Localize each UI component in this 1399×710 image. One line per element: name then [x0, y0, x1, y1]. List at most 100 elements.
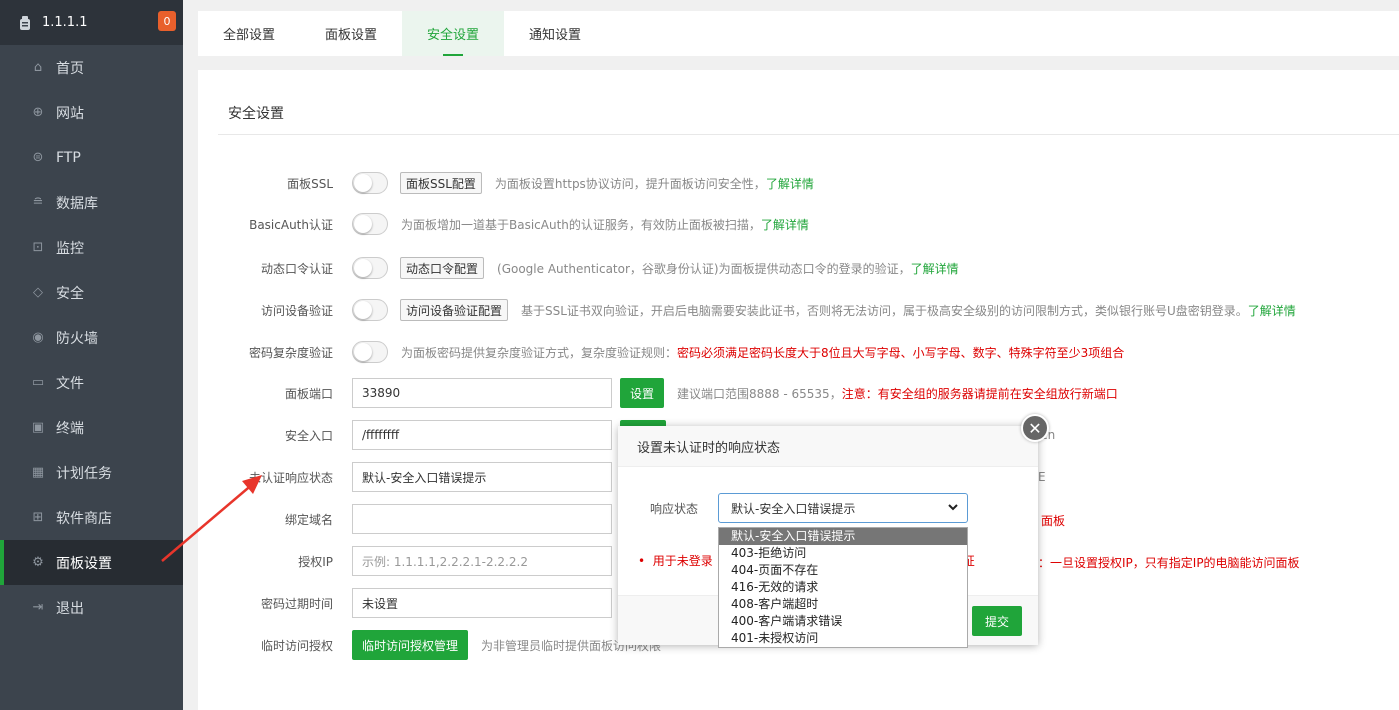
sidebar-item-label: 数据库: [56, 195, 98, 212]
password-rule-warning: 密码必须满足密码长度大于8位且大写字母、小写字母、数字、特殊字符至少3项组合: [677, 345, 1125, 360]
bind-domain-input[interactable]: [352, 504, 612, 534]
authorized-ip-input[interactable]: 示例: 1.1.1.1,2.2.2.1-2.2.2.2: [352, 546, 612, 576]
temp-auth-manage-button[interactable]: 临时访问授权管理: [352, 630, 469, 660]
chevron-down-icon: [947, 501, 959, 516]
sidebar-item-5[interactable]: ◇ 安全: [0, 270, 183, 315]
divider: [218, 134, 1399, 135]
label-device-verify: 访问设备验证: [260, 303, 333, 318]
sidebar-item-label: 计划任务: [56, 465, 112, 482]
sidebar-item-4[interactable]: ⊡ 监控: [0, 225, 183, 270]
notification-badge[interactable]: 0: [158, 11, 176, 31]
shield-icon: ◇: [33, 285, 43, 300]
apps-icon: ⊞: [32, 510, 44, 525]
learn-more-link[interactable]: 了解详情: [1248, 304, 1296, 318]
desc-device-verify: 基于SSL证书双向验证，开启后电脑需要安装此证书，否则将无法访问，属于极高安全级…: [521, 303, 1248, 318]
desc-otp: (Google Authenticator，谷歌身份认证)为面板提供动态口令的登…: [497, 261, 911, 276]
sidebar-header: 1.1.1.1 0: [0, 0, 183, 45]
label-panel-port: 面板端口: [284, 386, 333, 401]
sidebar-item-label: 面板设置: [56, 555, 112, 572]
panel-ssl-config-button[interactable]: 面板SSL配置: [400, 172, 482, 194]
toggle-otp[interactable]: [352, 257, 388, 279]
sidebar-item-6[interactable]: ◉ 防火墙: [0, 315, 183, 360]
row-basicauth: BasicAuth认证 为面板增加一道基于BasicAuth的认证服务，有效防止…: [198, 209, 1399, 239]
label-password-complexity: 密码复杂度验证: [248, 345, 333, 360]
dropdown-option[interactable]: 400-客户端请求错误: [719, 613, 967, 630]
tab-3[interactable]: 通知设置: [504, 11, 606, 56]
set-port-button[interactable]: 设置: [620, 378, 665, 408]
label-temp-auth: 临时访问授权: [260, 638, 333, 653]
security-entry-input[interactable]: /ffffffff: [352, 420, 612, 450]
label-security-entry: 安全入口: [284, 428, 333, 443]
close-icon[interactable]: ✕: [1021, 414, 1049, 442]
tab-2[interactable]: 安全设置: [402, 11, 505, 56]
monitor-icon: ⊡: [32, 240, 44, 255]
ftp-icon: ⊜: [32, 150, 44, 165]
dropdown-option[interactable]: 默认-安全入口错误提示: [719, 528, 967, 545]
device-verify-config-button[interactable]: 访问设备验证配置: [400, 299, 509, 321]
otp-config-button[interactable]: 动态口令配置: [400, 257, 485, 279]
logout-icon: ⇥: [32, 600, 44, 615]
learn-more-link[interactable]: 了解详情: [761, 218, 809, 232]
unauth-status-tail: E: [1038, 470, 1046, 484]
firewall-icon: ◉: [32, 330, 44, 345]
bind-domain-tail: 面板: [1041, 514, 1066, 528]
dropdown-option[interactable]: 408-客户端超时: [719, 596, 967, 613]
response-status-select[interactable]: 默认-安全入口错误提示: [718, 493, 968, 523]
toggle-basicauth[interactable]: [352, 213, 388, 235]
toggle-device-verify[interactable]: [352, 299, 388, 321]
sidebar-item-3[interactable]: ≘ 数据库: [0, 180, 183, 225]
submit-button[interactable]: 提交: [972, 606, 1023, 636]
sidebar-item-label: 安全: [56, 285, 84, 302]
dropdown-option[interactable]: 404-页面不存在: [719, 562, 967, 579]
gear-icon: ⚙: [32, 555, 44, 570]
desc-panel-port: 建议端口范围8888 - 65535，: [677, 386, 842, 401]
dropdown-option[interactable]: 416-无效的请求: [719, 579, 967, 596]
desc-panel-ssl: 为面板设置https协议访问，提升面板访问安全性，: [494, 176, 766, 191]
dropdown-option[interactable]: 401-未授权访问: [719, 630, 967, 647]
home-icon: ⌂: [33, 60, 43, 75]
label-panel-ssl: 面板SSL: [287, 176, 333, 191]
password-expire-input[interactable]: 未设置: [352, 588, 612, 618]
sidebar-item-1[interactable]: ⊕ 网站: [0, 90, 183, 135]
learn-more-link[interactable]: 了解详情: [911, 262, 959, 276]
sidebar-item-label: 终端: [56, 420, 84, 437]
learn-more-link[interactable]: 了解详情: [766, 177, 814, 191]
row-panel-ssl: 面板SSL 面板SSL配置 为面板设置https协议访问，提升面板访问安全性，了…: [198, 168, 1399, 198]
port-warning: 注意：有安全组的服务器请提前在安全组放行新端口: [841, 386, 1118, 401]
unauth-status-input[interactable]: 默认-安全入口错误提示: [352, 462, 612, 492]
dropdown-option[interactable]: 403-拒绝访问: [719, 545, 967, 562]
sidebar-item-label: 首页: [56, 60, 84, 77]
row-otp: 动态口令认证 动态口令配置 (Google Authenticator，谷歌身份…: [198, 253, 1399, 283]
tab-0[interactable]: 全部设置: [198, 11, 300, 56]
row-password-complexity: 密码复杂度验证 为面板密码提供复杂度验证方式，复杂度验证规则：密码必须满足密码长…: [198, 337, 1399, 367]
sidebar-item-0[interactable]: ⌂ 首页: [0, 45, 183, 90]
server-ip: 1.1.1.1: [42, 15, 88, 30]
sidebar-item-12[interactable]: ⇥ 退出: [0, 585, 183, 630]
response-status-label: 响应状态: [649, 501, 698, 516]
sidebar-item-label: FTP: [56, 149, 81, 166]
sidebar-item-8[interactable]: ▣ 终端: [0, 405, 183, 450]
authorized-ip-tail: ：一旦设置授权IP，只有指定IP的电脑能访问面板: [1038, 556, 1300, 570]
panel-port-input[interactable]: 33890: [352, 378, 612, 408]
sidebar-item-7[interactable]: ▭ 文件: [0, 360, 183, 405]
sidebar-item-label: 退出: [56, 600, 84, 617]
label-basicauth: BasicAuth认证: [249, 217, 333, 232]
sidebar: 1.1.1.1 0 ⌂ 首页 ⊕ 网站 ⊜ FTP ≘ 数据库 ⊡ 监控 ◇ 安全 ◉ 防火墙 ▭ 文件 ▣ 终端…: [0, 0, 183, 710]
toggle-panel-ssl[interactable]: [352, 172, 388, 194]
response-status-selected: 默认-安全入口错误提示: [731, 501, 856, 516]
label-password-expire: 密码过期时间: [260, 596, 333, 611]
modal-title: 设置未认证时的响应状态: [618, 426, 1038, 467]
sidebar-item-2[interactable]: ⊜ FTP: [0, 135, 183, 180]
terminal-icon: ▣: [31, 420, 45, 435]
sidebar-item-label: 软件商店: [56, 510, 112, 527]
tab-1[interactable]: 面板设置: [300, 11, 402, 56]
label-otp: 动态口令认证: [260, 261, 333, 276]
desc-basicauth: 为面板增加一道基于BasicAuth的认证服务，有效防止面板被扫描，: [401, 217, 761, 232]
sidebar-item-label: 监控: [56, 240, 84, 257]
sidebar-item-label: 网站: [56, 105, 84, 122]
annotation-arrow: [161, 475, 262, 562]
desc-password-complexity: 为面板密码提供复杂度验证方式，复杂度验证规则：: [401, 345, 678, 360]
toggle-password-complexity[interactable]: [352, 341, 388, 363]
bullet-icon: •: [638, 554, 646, 568]
server-logo-icon: [16, 14, 34, 32]
